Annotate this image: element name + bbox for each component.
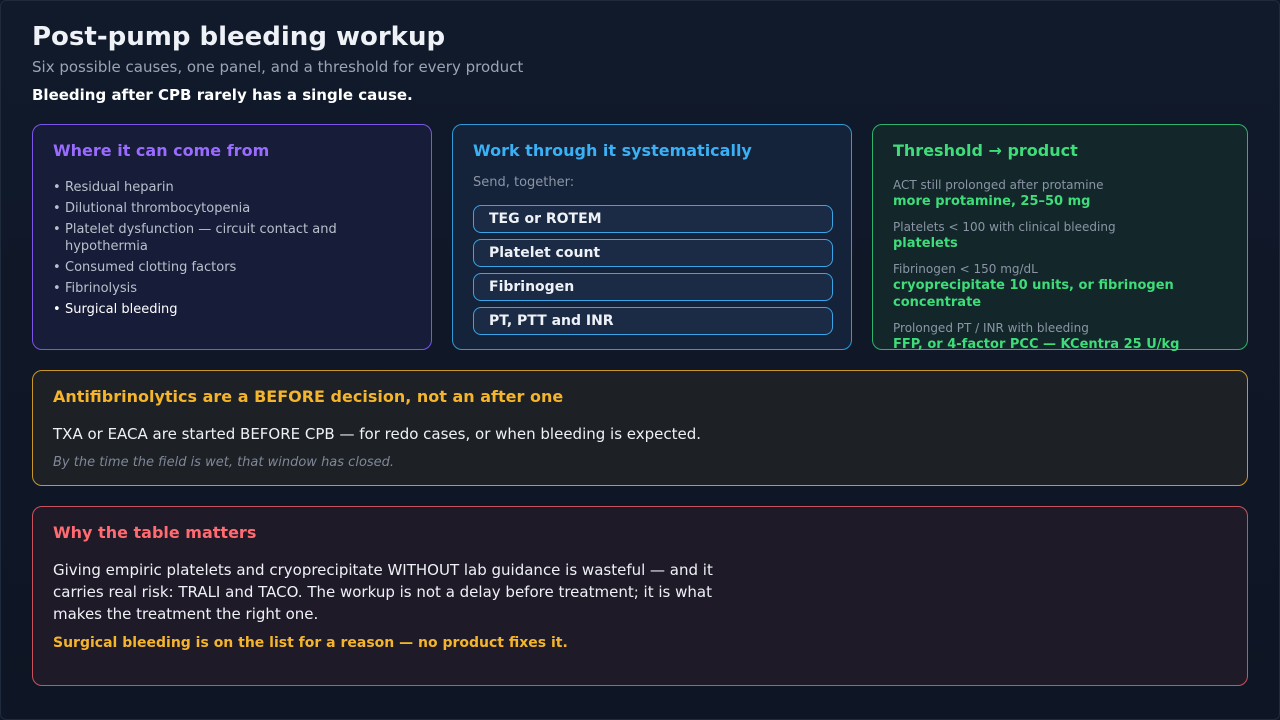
antifibrinolytics-card: Antifibrinolytics are a BEFORE decision,… [32, 370, 1248, 486]
lede-text: Bleeding after CPB rarely has a single c… [32, 86, 413, 104]
page-title: Post-pump bleeding workup [32, 22, 446, 52]
threshold-card: Threshold → product ACT still prolonged … [872, 124, 1248, 352]
cause-item-highlighted: Surgical bleeding [53, 301, 353, 318]
threshold-condition: Fibrinogen < 150 mg/dL [893, 262, 1038, 276]
threshold-heading: Threshold → product [893, 141, 1078, 160]
test-pill: Fibrinogen [473, 273, 833, 301]
why-body: Giving empiric platelets and cryoprecipi… [53, 561, 713, 623]
causes-card: Where it can come from Residual heparin … [32, 124, 432, 350]
causes-heading: Where it can come from [53, 141, 270, 160]
threshold-row: Prolonged PT / INR with bleeding FFP, or… [893, 320, 1233, 353]
antifibrinolytics-body: TXA or EACA are started BEFORE CPB — for… [53, 425, 702, 443]
cause-item: Platelet dysfunction — circuit contact a… [53, 221, 353, 255]
threshold-product: FFP, or 4-factor PCC — KCentra 25 U/kg [893, 337, 1180, 352]
threshold-condition: Prolonged PT / INR with bleeding [893, 321, 1089, 335]
threshold-row: ACT still prolonged after protamine more… [893, 177, 1233, 210]
test-pill: TEG or ROTEM [473, 205, 833, 233]
threshold-list: ACT still prolonged after protamine more… [893, 177, 1233, 362]
threshold-row: Platelets < 100 with clinical bleeding p… [893, 219, 1233, 252]
threshold-row: Fibrinogen < 150 mg/dL cryoprecipitate 1… [893, 261, 1233, 311]
test-pill: PT, PTT and INR [473, 307, 833, 335]
why-kicker: Surgical bleeding is on the list for a r… [53, 635, 568, 651]
threshold-product: cryoprecipitate 10 units, or fibrinogen … [893, 278, 1174, 310]
cause-item: Fibrinolysis [53, 280, 353, 297]
test-list: TEG or ROTEM Platelet count Fibrinogen P… [473, 205, 833, 341]
antifibrinolytics-note: By the time the field is wet, that windo… [53, 455, 395, 470]
threshold-product: more protamine, 25–50 mg [893, 194, 1091, 209]
cause-item: Residual heparin [53, 179, 353, 196]
cause-item: Consumed clotting factors [53, 259, 353, 276]
antifibrinolytics-heading: Antifibrinolytics are a BEFORE decision,… [53, 387, 564, 406]
workup-heading: Work through it systematically [473, 141, 752, 160]
why-card: Why the table matters Giving empiric pla… [32, 506, 1248, 686]
page-subtitle: Six possible causes, one panel, and a th… [32, 58, 524, 76]
causes-list: Residual heparin Dilutional thrombocytop… [53, 179, 353, 322]
cause-item: Dilutional thrombocytopenia [53, 200, 353, 217]
threshold-condition: ACT still prolonged after protamine [893, 178, 1104, 192]
send-label: Send, together: [473, 175, 575, 190]
threshold-condition: Platelets < 100 with clinical bleeding [893, 220, 1116, 234]
threshold-product: platelets [893, 236, 958, 251]
workup-card: Work through it systematically Send, tog… [452, 124, 852, 350]
test-pill: Platelet count [473, 239, 833, 267]
why-heading: Why the table matters [53, 523, 257, 542]
